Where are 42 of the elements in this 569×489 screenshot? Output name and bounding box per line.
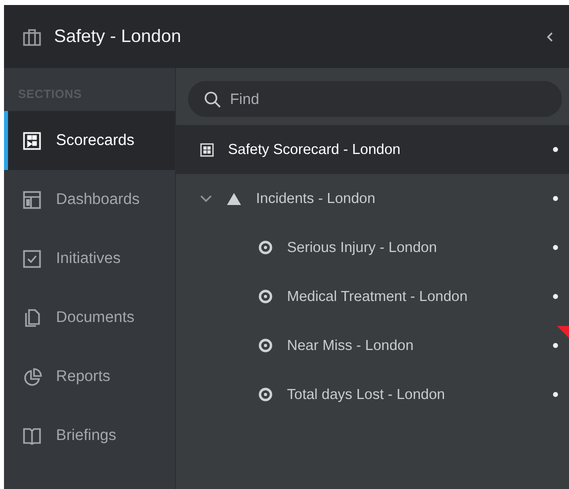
sidebar-item[interactable]: Documents (4, 288, 175, 347)
status-dot (553, 343, 558, 348)
status-dot (553, 392, 558, 397)
collapse-icon[interactable] (545, 30, 555, 42)
status-dot (553, 196, 558, 201)
pie-chart-icon (22, 366, 42, 386)
chevron-down-icon[interactable] (200, 194, 212, 202)
window-title: Safety - London (54, 26, 182, 47)
search-icon (204, 91, 221, 108)
target-icon (258, 338, 273, 353)
checkbox-icon (22, 248, 42, 268)
scorecard-row[interactable]: Safety Scorecard - London (176, 125, 569, 174)
status-dot (553, 147, 558, 152)
sidebar-item[interactable]: Briefings (4, 406, 175, 465)
tree-row[interactable]: Incidents - London (176, 174, 569, 223)
tree-row[interactable]: Serious Injury - London (176, 223, 569, 272)
target-icon (258, 289, 273, 304)
target-icon (258, 240, 273, 255)
sidebar-item[interactable]: Scorecards (4, 111, 175, 170)
target-icon (258, 387, 273, 402)
briefcase-icon (22, 26, 42, 46)
search-field[interactable]: Find (188, 81, 562, 117)
tree-item-label: Near Miss - London (287, 338, 415, 354)
tree-item-label: Serious Injury - London (287, 240, 438, 256)
sidebar-item[interactable]: Reports (4, 347, 175, 406)
triangle-icon (226, 192, 242, 206)
scorecard-title: Safety Scorecard - London (228, 142, 402, 158)
tree-item-label: Total days Lost - London (287, 386, 446, 402)
tree-row[interactable]: Medical Treatment - London (176, 272, 569, 321)
tree-row[interactable]: Near Miss - London (176, 321, 569, 370)
documents-icon (22, 308, 42, 328)
tree-row[interactable]: Total days Lost - London (176, 370, 569, 419)
grid-icon (22, 130, 42, 150)
book-icon (22, 426, 42, 446)
sidebar-item[interactable]: Initiatives (4, 229, 175, 288)
grid-icon (200, 142, 214, 156)
tree-item-label: Incidents - London (256, 190, 376, 206)
status-dot (553, 294, 558, 299)
sidebar-item[interactable]: Dashboards (4, 170, 175, 229)
dashboard-icon (22, 190, 42, 210)
tree-item-label: Medical Treatment - London (287, 288, 469, 304)
status-dot (553, 245, 558, 250)
